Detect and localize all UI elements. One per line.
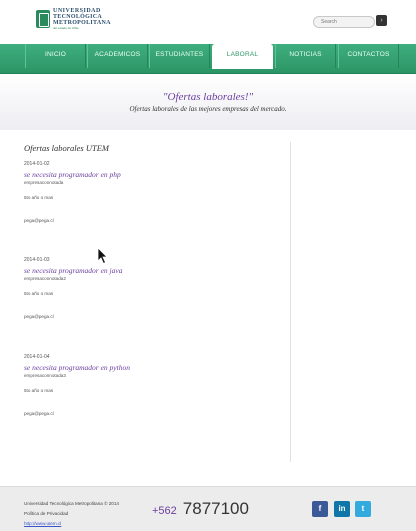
offer-title-link[interactable]: se necesita programador en php (24, 170, 286, 179)
offer-requirement: 5to año o mas (24, 388, 54, 393)
offer-item: 2014-01-04 se necesita programador en py… (24, 354, 286, 416)
page-banner: "Ofertas laborales!" Ofertas laborales d… (0, 74, 416, 130)
logo-text: UNIVERSIDAD TECNOLÓGICA METROPOLITANA de… (53, 8, 111, 30)
nav-item-laboral[interactable]: LABORAL (212, 44, 273, 69)
logo-tagline: del estado de Chile (53, 26, 79, 30)
facebook-icon[interactable]: f (312, 501, 328, 517)
nav-item-noticias[interactable]: NOTICIAS (275, 44, 336, 68)
offer-date: 2014-01-02 (24, 161, 50, 167)
nav-item-academicos[interactable]: ACADEMICOS (87, 44, 148, 68)
nav-item-contactos[interactable]: CONTACTOS (338, 44, 399, 68)
page-title: "Ofertas laborales!" (162, 91, 254, 103)
main-nav: INICIO ACADEMICOS ESTUDIANTES LABORAL NO… (0, 44, 416, 74)
offer-title-link[interactable]: se necesita programador en java (24, 266, 286, 275)
search-input[interactable]: Search (313, 16, 375, 28)
offer-company: empresaconnotada2 (24, 276, 66, 281)
offer-email: pega@pega.cl (24, 314, 54, 319)
twitter-icon[interactable]: t (355, 501, 371, 517)
offer-email: pega@pega.cl (24, 411, 54, 416)
footer-copyright: Universidad Tecnológica Metropolitana © … (24, 501, 119, 506)
offer-title-link[interactable]: se necesita programador en python (24, 363, 286, 372)
offer-requirement: 5to año o mas (24, 291, 54, 296)
mouse-cursor-icon (97, 247, 108, 265)
offer-item: 2014-01-02 se necesita programador en ph… (24, 161, 286, 223)
offer-company: empresaconnotada (24, 180, 64, 185)
offer-date: 2014-01-04 (24, 354, 50, 360)
offer-requirement: 5to año o mas (24, 195, 54, 200)
sidebar-divider (290, 142, 291, 462)
phone-area-code: +562 (152, 505, 177, 517)
section-title: Ofertas laborales UTEM (24, 143, 109, 153)
nav-item-inicio[interactable]: INICIO (25, 44, 86, 68)
site-header: UNIVERSIDAD TECNOLÓGICA METROPOLITANA de… (0, 0, 416, 44)
offer-date: 2014-01-03 (24, 257, 50, 263)
phone-main-number: 7877100 (182, 499, 249, 518)
offer-company: empresaconnotada3 (24, 373, 66, 378)
offer-item: 2014-01-03 se necesita programador en ja… (24, 257, 286, 319)
page-subtitle: Ofertas laborales de las mejores empresa… (129, 105, 287, 113)
offers-list: Ofertas laborales UTEM 2014-01-02 se nec… (24, 140, 286, 462)
phone-number: +562 7877100 (152, 499, 249, 519)
utem-shield-icon (36, 10, 50, 28)
nav-item-estudiantes[interactable]: ESTUDIANTES (149, 44, 210, 68)
site-footer: Universidad Tecnológica Metropolitana © … (0, 486, 416, 531)
footer-info: Universidad Tecnológica Metropolitana © … (24, 499, 119, 529)
linkedin-icon[interactable]: in (334, 501, 350, 517)
offer-email: pega@pega.cl (24, 218, 54, 223)
search-icon: › (380, 17, 383, 24)
search-button[interactable]: › (376, 15, 387, 26)
utem-logo[interactable]: UNIVERSIDAD TECNOLÓGICA METROPOLITANA de… (36, 8, 130, 30)
website-link[interactable]: http://www.utem.cl (24, 519, 119, 529)
privacy-policy-link[interactable]: Política de Privacidad (24, 509, 119, 519)
